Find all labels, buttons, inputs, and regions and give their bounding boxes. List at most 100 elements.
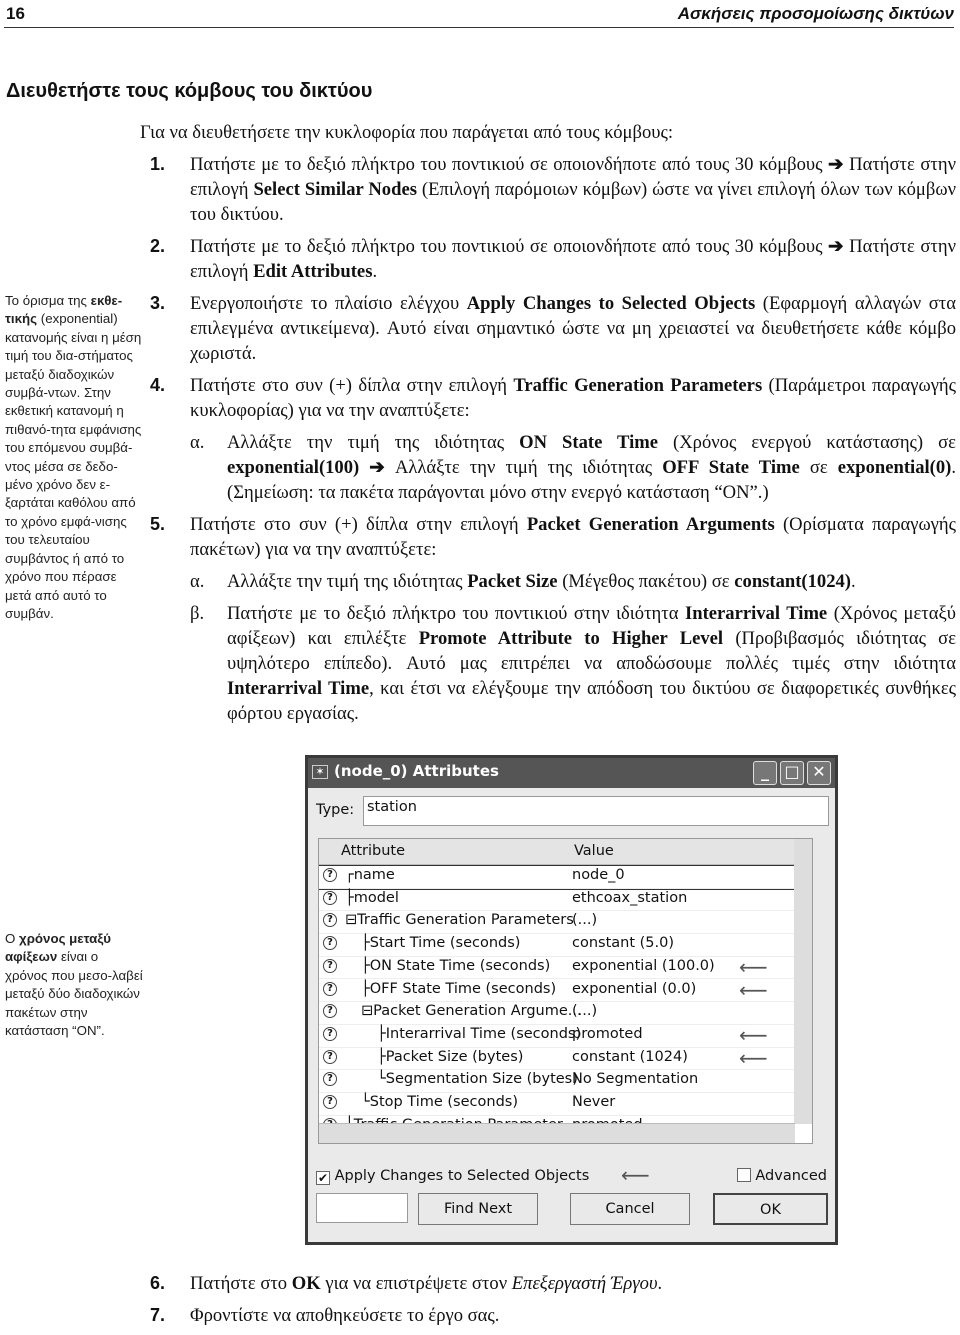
- help-icon[interactable]: ?: [323, 1026, 337, 1041]
- text-segment: exponential(0): [837, 457, 952, 478]
- text-segment: Αλλάξτε την τιμή της ιδιότητας: [227, 571, 468, 592]
- advanced-label: Advanced: [755, 1168, 827, 1184]
- page-header: 16 Ασκήσεις προσομοίωσης δικτύων: [4, 2, 954, 28]
- step-item: 2. Πατήστε με το δεξιό πλήκτρο του ποντικ…: [140, 234, 956, 284]
- find-next-button[interactable]: Find Next: [418, 1193, 538, 1225]
- attribute-row[interactable]: ? ├OFF State Time (seconds) exponential (0…: [319, 977, 795, 1003]
- cancel-button[interactable]: Cancel: [570, 1193, 690, 1225]
- horizontal-scrollbar[interactable]: [319, 1123, 795, 1143]
- find-field[interactable]: [316, 1193, 408, 1223]
- help-icon[interactable]: ?: [323, 913, 337, 928]
- text-segment: σε: [799, 457, 838, 478]
- sub-step-item: α. Αλλάξτε την τιμή της ιδιότητας Packet …: [140, 569, 956, 594]
- attribute-value[interactable]: Never: [572, 1094, 615, 1110]
- tree-glyph: ┌: [345, 867, 354, 883]
- text-segment: Select Similar Nodes: [253, 179, 417, 200]
- attribute-name: model: [353, 889, 399, 906]
- tree-glyph: ├: [377, 1025, 386, 1042]
- help-icon[interactable]: ?: [323, 1004, 337, 1019]
- apply-label: Apply Changes to Selected Objects: [334, 1168, 590, 1184]
- tree-glyph: ├: [361, 980, 370, 997]
- attribute-value[interactable]: exponential (100.0): [572, 958, 715, 974]
- maximize-button[interactable]: □: [780, 761, 804, 785]
- attribute-value[interactable]: node_0: [572, 867, 625, 883]
- attribute-row[interactable]: ? ├Packet Size (bytes) constant (1024) ⟵: [319, 1046, 795, 1071]
- step-item: 4. Πατήστε στο συν (+) δίπλα στην επιλογή…: [140, 373, 956, 423]
- text-segment: OFF State Time: [662, 457, 800, 478]
- attribute-row[interactable]: ? ├model ethcoax_station: [319, 889, 795, 912]
- minimize-button[interactable]: _: [753, 761, 777, 785]
- text-segment: (Χρόνος ενεργού κατάστασης) σε: [658, 432, 956, 453]
- help-icon[interactable]: ?: [323, 981, 337, 996]
- step-item: 1. Πατήστε με το δεξιό πλήκτρο του ποντικ…: [140, 152, 956, 227]
- text-segment: Ο: [5, 931, 20, 946]
- checkbox[interactable]: [736, 1168, 751, 1182]
- tree-glyph[interactable]: ⊟: [361, 1003, 373, 1019]
- text-segment: Ενεργοποιήστε το πλαίσιο ελέγχου: [190, 293, 467, 314]
- attribute-row[interactable]: ? └Stop Time (seconds) Never: [319, 1093, 795, 1116]
- app-icon: ✶: [312, 765, 328, 779]
- text-segment: Φροντίστε να αποθηκεύσετε το έργο σας.: [190, 1305, 500, 1326]
- text-segment: Αλλάξτε την τιμή της ιδιότητας: [227, 432, 520, 453]
- attribute-value[interactable]: promoted: [572, 1026, 643, 1042]
- help-icon[interactable]: ?: [323, 1095, 337, 1109]
- attribute-row[interactable]: ? ├Start Time (seconds) constant (5.0): [319, 934, 795, 957]
- text-segment: .: [372, 261, 378, 282]
- checkbox[interactable]: ✔: [316, 1171, 330, 1185]
- help-icon[interactable]: ?: [323, 1072, 337, 1087]
- text-segment: Επεξεργαστή Έργου: [511, 1273, 658, 1294]
- step-number: α.: [190, 432, 205, 453]
- tree-glyph: ├: [377, 1048, 386, 1065]
- text-segment: Αλλάξτε την τιμή της ιδιότητας: [384, 457, 663, 478]
- attribute-row[interactable]: ? ⊟Traffic Generation Parameters (...): [319, 911, 795, 935]
- step-number: 2.: [150, 236, 166, 256]
- steps-after: 6. Πατήστε στο OK για να επιστρέψετε στον…: [140, 1271, 956, 1335]
- page-number: 16: [6, 4, 25, 23]
- close-button[interactable]: ✕: [807, 761, 831, 785]
- text-segment: Πατήστε στο: [190, 1273, 292, 1294]
- attribute-row[interactable]: ? ├Interarrival Time (seconds) promoted ⟵: [319, 1022, 795, 1048]
- tree-glyph[interactable]: ⊟: [345, 912, 357, 928]
- text-segment: Promote Attribute to Higher Level: [418, 628, 724, 649]
- help-icon[interactable]: ?: [323, 936, 337, 951]
- attribute-value[interactable]: constant (1024): [572, 1049, 688, 1065]
- sub-step-item: α. Αλλάξτε την τιμή της ιδιότητας ON Stat…: [140, 430, 956, 505]
- arrow-left-icon: ⟵: [739, 1022, 768, 1047]
- attribute-row[interactable]: ? ├ON State Time (seconds) exponential (10…: [319, 954, 795, 980]
- sidenote-interarrival: Ο χρόνος μεταξύ αφίξεων είναι ο χρόνος π…: [5, 930, 143, 1040]
- text-segment: Πατήστε στο συν (+) δίπλα στην επιλογή: [190, 375, 514, 396]
- type-field[interactable]: station: [363, 796, 829, 826]
- attribute-row[interactable]: ? └Segmentation Size (bytes) No Segmentati…: [319, 1070, 795, 1093]
- help-icon[interactable]: ?: [323, 890, 337, 905]
- arrow-left-icon: ⟵: [739, 954, 768, 979]
- attribute-name: Segmentation Size (bytes): [385, 1071, 578, 1088]
- text-segment: Packet Size: [467, 571, 558, 592]
- section-title: Διευθετήστε τους κόμβους του δικτύου: [6, 80, 373, 102]
- attribute-name: ON State Time (seconds): [369, 957, 551, 974]
- dialog-title: (node_0) Attributes: [334, 762, 499, 780]
- text-segment: Interarrival Time: [685, 603, 828, 624]
- text-segment: Πατήστε με το δεξιό πλήκτρο του ποντικιο…: [190, 154, 829, 175]
- attribute-value[interactable]: constant (5.0): [572, 935, 674, 951]
- running-title: Ασκήσεις προσομοίωσης δικτύων: [677, 4, 954, 23]
- ok-button[interactable]: OK: [713, 1193, 828, 1225]
- step-number: 3.: [150, 293, 166, 313]
- attribute-value[interactable]: (...): [572, 912, 597, 928]
- attribute-value[interactable]: No Segmentation: [572, 1071, 698, 1087]
- tree-glyph: └: [361, 1094, 370, 1110]
- arrow-left-icon: ⟵: [739, 977, 768, 1002]
- help-icon[interactable]: ?: [323, 958, 337, 973]
- attribute-value[interactable]: (...): [572, 1003, 597, 1019]
- attribute-name: Packet Size (bytes): [385, 1048, 524, 1065]
- vertical-scrollbar[interactable]: [794, 839, 812, 1124]
- attribute-value[interactable]: ethcoax_station: [572, 890, 687, 906]
- help-icon[interactable]: ?: [323, 868, 337, 882]
- advanced-checkbox[interactable]: Advanced: [736, 1168, 827, 1184]
- apply-changes-checkbox[interactable]: ✔ Apply Changes to Selected Objects ⟵: [316, 1163, 716, 1187]
- attributes-dialog: ✶ (node_0) Attributes _ □ ✕ Type: statio…: [305, 755, 838, 1245]
- attribute-row[interactable]: ? ⊟Packet Generation Argume... (...): [319, 1002, 795, 1025]
- help-icon[interactable]: ?: [323, 1049, 337, 1064]
- text-segment: Packet Generation Arguments: [526, 514, 775, 535]
- attribute-value[interactable]: exponential (0.0): [572, 981, 696, 997]
- attribute-row[interactable]: ? ┌name node_0: [319, 865, 796, 890]
